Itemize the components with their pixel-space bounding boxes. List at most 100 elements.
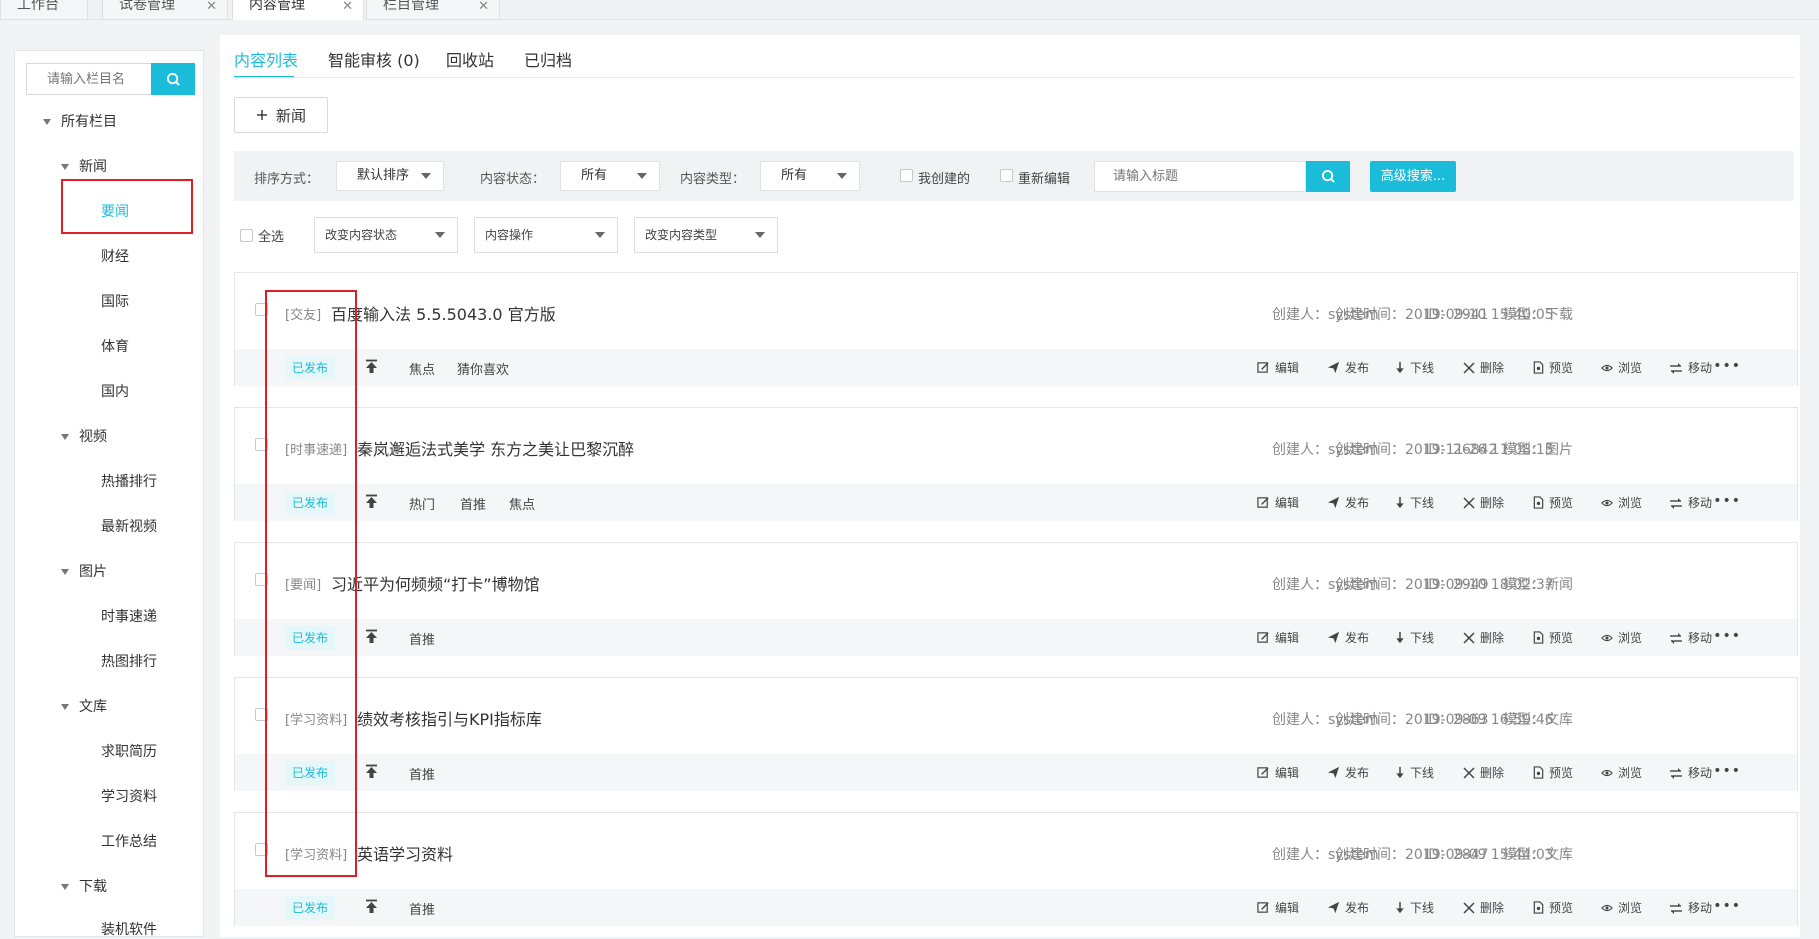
- tag-label[interactable]: 猜你喜欢: [457, 359, 509, 378]
- action-0[interactable]: 编辑: [1257, 764, 1299, 781]
- more-icon[interactable]: •••: [1713, 763, 1741, 779]
- action-6[interactable]: 移动: [1669, 359, 1712, 376]
- content-ops-select[interactable]: 内容操作: [474, 217, 618, 253]
- tree-search-input[interactable]: [26, 63, 151, 95]
- action-0[interactable]: 编辑: [1257, 899, 1299, 916]
- action-5[interactable]: 浏览: [1601, 359, 1642, 376]
- tree-group-images[interactable]: 图片: [61, 561, 107, 581]
- action-5[interactable]: 浏览: [1601, 764, 1642, 781]
- tree-item-resume[interactable]: 求职简历: [101, 741, 157, 761]
- caret-down-icon[interactable]: [61, 884, 69, 890]
- caret-down-icon[interactable]: [61, 434, 69, 440]
- action-2[interactable]: 下线: [1395, 359, 1434, 376]
- pin-top-icon[interactable]: [365, 899, 378, 918]
- mine-checkbox[interactable]: [900, 169, 913, 182]
- tab-archived[interactable]: 已归档: [524, 47, 572, 71]
- close-icon[interactable]: ✕: [478, 0, 489, 16]
- more-icon[interactable]: •••: [1713, 358, 1741, 374]
- action-4[interactable]: 预览: [1533, 899, 1573, 916]
- tree-group-library[interactable]: 文库: [61, 696, 107, 716]
- action-2[interactable]: 下线: [1395, 899, 1434, 916]
- more-icon[interactable]: •••: [1713, 628, 1741, 644]
- action-3[interactable]: 删除: [1463, 764, 1504, 781]
- tree-item-tiyu[interactable]: 体育: [101, 336, 129, 356]
- tag-label[interactable]: 首推: [460, 494, 486, 513]
- tab-content[interactable]: 内容管理 ✕: [232, 0, 364, 20]
- tree-group-download[interactable]: 下载: [61, 876, 107, 896]
- tree-item-latest-video[interactable]: 最新视频: [101, 516, 157, 536]
- action-6[interactable]: 移动: [1669, 899, 1712, 916]
- tab-exam[interactable]: 试卷管理 ✕: [102, 0, 228, 20]
- tab-recycle-bin[interactable]: 回收站: [446, 47, 494, 71]
- pin-top-icon[interactable]: [365, 494, 378, 513]
- tree-root[interactable]: 所有栏目: [43, 111, 117, 131]
- tag-label[interactable]: 焦点: [409, 359, 435, 378]
- sort-select[interactable]: 默认排序: [336, 161, 444, 191]
- reedit-checkbox[interactable]: [1000, 169, 1013, 182]
- tab-workbench[interactable]: 工作台: [0, 0, 88, 20]
- title-search-button[interactable]: [1306, 161, 1350, 192]
- pin-top-icon[interactable]: [365, 359, 378, 378]
- action-5[interactable]: 浏览: [1601, 629, 1642, 646]
- more-icon[interactable]: •••: [1713, 898, 1741, 914]
- tree-item-caijing[interactable]: 财经: [101, 246, 129, 266]
- action-6[interactable]: 移动: [1669, 494, 1712, 511]
- tag-label[interactable]: 首推: [409, 899, 435, 918]
- action-4[interactable]: 预览: [1533, 764, 1573, 781]
- content-title[interactable]: 秦岚邂逅法式美学 东方之美让巴黎沉醉: [357, 436, 634, 460]
- content-title[interactable]: 英语学习资料: [357, 841, 453, 865]
- tab-content-list[interactable]: 内容列表: [234, 47, 298, 71]
- tab-columns[interactable]: 栏目管理 ✕: [366, 0, 500, 20]
- new-news-button[interactable]: 新闻: [234, 97, 328, 133]
- caret-down-icon[interactable]: [61, 704, 69, 710]
- tree-item-summary[interactable]: 工作总结: [101, 831, 157, 851]
- action-4[interactable]: 预览: [1533, 629, 1573, 646]
- advanced-search-button[interactable]: 高级搜索...: [1370, 161, 1456, 192]
- action-0[interactable]: 编辑: [1257, 629, 1299, 646]
- close-icon[interactable]: ✕: [342, 0, 353, 16]
- action-4[interactable]: 预览: [1533, 494, 1573, 511]
- action-3[interactable]: 删除: [1463, 359, 1504, 376]
- action-5[interactable]: 浏览: [1601, 899, 1642, 916]
- tag-label[interactable]: 首推: [409, 629, 435, 648]
- tree-item-guoji[interactable]: 国际: [101, 291, 129, 311]
- tag-label[interactable]: 首推: [409, 764, 435, 783]
- tree-item-shishi[interactable]: 时事速递: [101, 606, 157, 626]
- tag-label[interactable]: 焦点: [509, 494, 535, 513]
- close-icon[interactable]: ✕: [206, 0, 217, 16]
- tree-item-study[interactable]: 学习资料: [101, 786, 157, 806]
- change-status-select[interactable]: 改变内容状态: [314, 217, 458, 253]
- change-type-select[interactable]: 改变内容类型: [634, 217, 778, 253]
- tree-item-hot[interactable]: 热播排行: [101, 471, 157, 491]
- more-icon[interactable]: •••: [1713, 493, 1741, 509]
- action-3[interactable]: 删除: [1463, 629, 1504, 646]
- content-title[interactable]: 绩效考核指引与KPI指标库: [357, 706, 542, 730]
- pin-top-icon[interactable]: [365, 629, 378, 648]
- action-2[interactable]: 下线: [1395, 629, 1434, 646]
- action-1[interactable]: 发布: [1327, 764, 1369, 781]
- content-title[interactable]: 百度输入法 5.5.5043.0 官方版: [331, 301, 556, 325]
- select-all-checkbox[interactable]: [240, 229, 253, 242]
- action-4[interactable]: 预览: [1533, 359, 1573, 376]
- action-3[interactable]: 删除: [1463, 899, 1504, 916]
- tree-group-news[interactable]: 新闻: [61, 156, 107, 176]
- action-1[interactable]: 发布: [1327, 629, 1369, 646]
- tree-search-button[interactable]: [151, 63, 195, 95]
- action-2[interactable]: 下线: [1395, 764, 1434, 781]
- pin-top-icon[interactable]: [365, 764, 378, 783]
- action-0[interactable]: 编辑: [1257, 359, 1299, 376]
- tab-smart-review[interactable]: 智能审核 (0): [328, 47, 420, 71]
- caret-down-icon[interactable]: [61, 164, 69, 170]
- action-6[interactable]: 移动: [1669, 629, 1712, 646]
- tree-item-hot-images[interactable]: 热图排行: [101, 651, 157, 671]
- tree-item-guonei[interactable]: 国内: [101, 381, 129, 401]
- caret-down-icon[interactable]: [61, 569, 69, 575]
- action-5[interactable]: 浏览: [1601, 494, 1642, 511]
- tree-group-video[interactable]: 视频: [61, 426, 107, 446]
- content-title[interactable]: 习近平为何频频“打卡”博物馆: [331, 571, 540, 595]
- status-select[interactable]: 所有: [560, 161, 660, 191]
- action-1[interactable]: 发布: [1327, 899, 1369, 916]
- type-select[interactable]: 所有: [760, 161, 860, 191]
- title-search-input[interactable]: [1094, 161, 1306, 192]
- action-0[interactable]: 编辑: [1257, 494, 1299, 511]
